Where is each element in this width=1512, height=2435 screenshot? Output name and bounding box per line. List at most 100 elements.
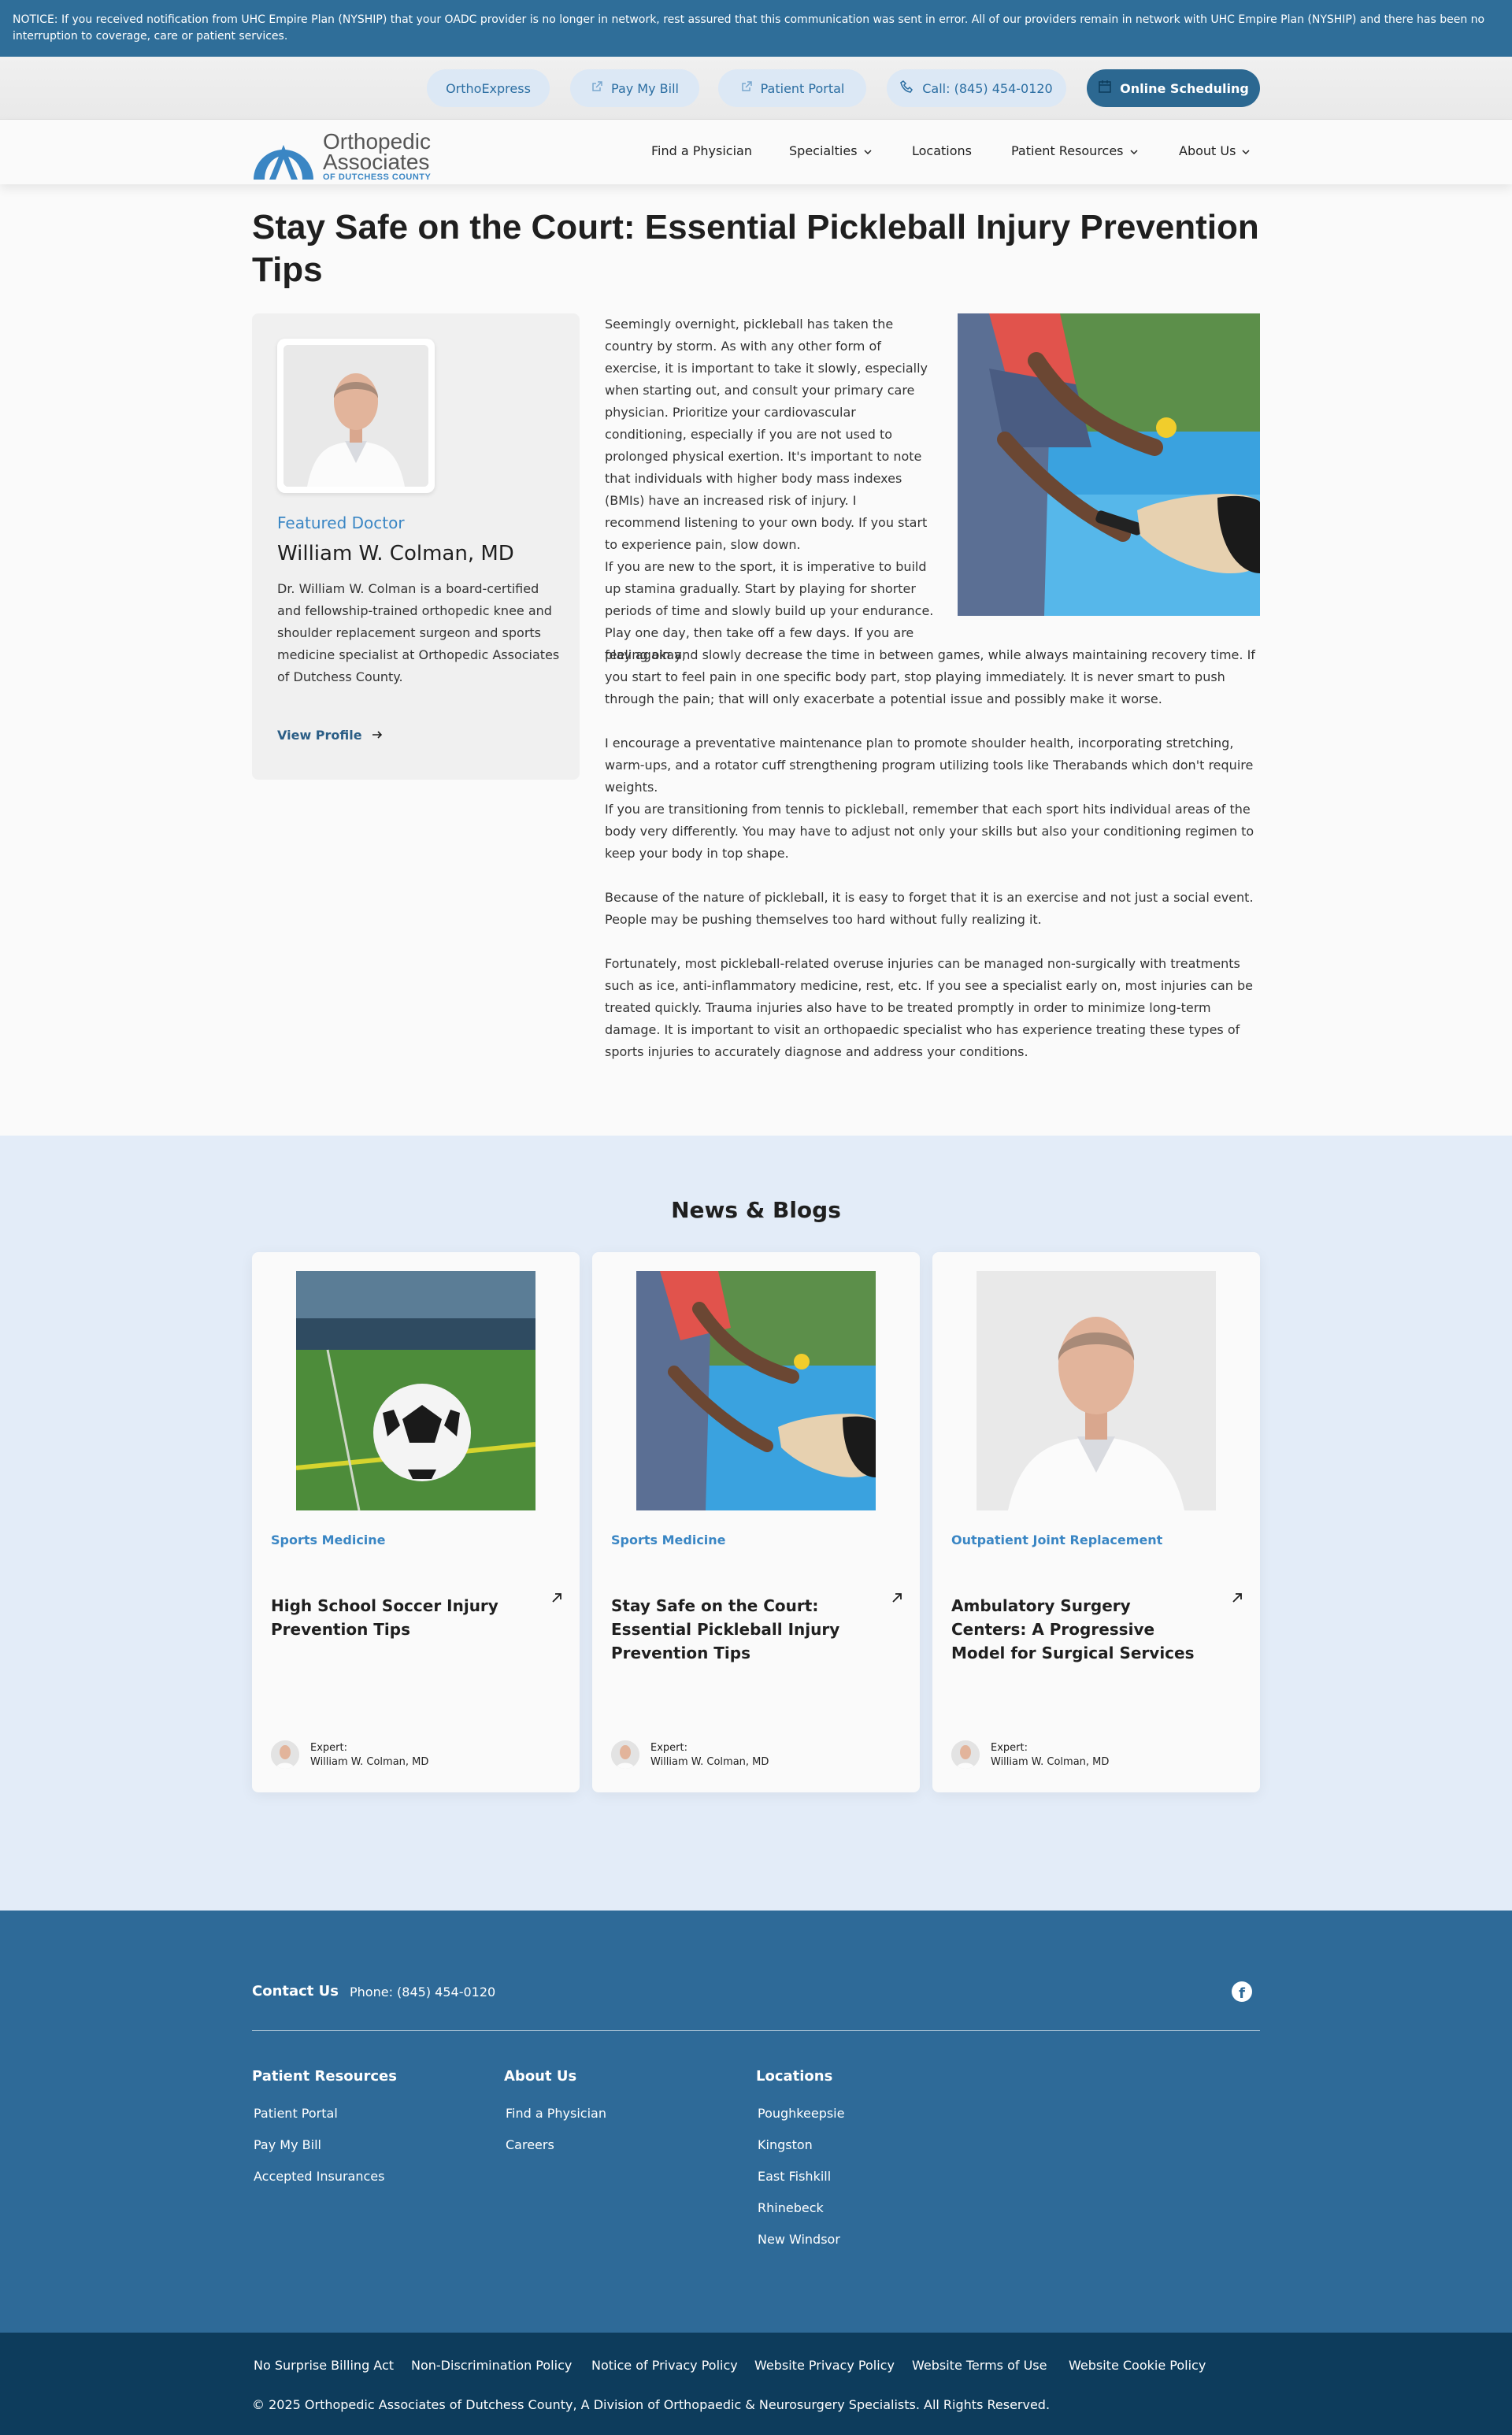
- main-navigation: Orthopedic Associates OF DUTCHESS COUNTY…: [0, 120, 1512, 184]
- expert-label: Expert:: [310, 1742, 347, 1754]
- footer-link-accepted-insurances[interactable]: Accepted Insurances: [254, 2169, 384, 2184]
- notice-banner: NOTICE: If you received notification fro…: [0, 0, 1512, 57]
- article-paragraph-2b: play again and slowly decrease the time …: [605, 647, 1255, 706]
- news-blogs-section: News & Blogs Sports Medicine High School…: [0, 1136, 1512, 1911]
- card-image: [976, 1271, 1216, 1510]
- view-profile-label: View Profile: [277, 728, 362, 743]
- legal-link-no-surprise-billing[interactable]: No Surprise Billing Act: [254, 2358, 394, 2373]
- legal-link-cookie-policy[interactable]: Website Cookie Policy: [1069, 2358, 1206, 2373]
- expert-name: William W. Colman, MD: [991, 1756, 1110, 1768]
- arrow-up-right-icon: [1232, 1591, 1243, 1607]
- news-card[interactable]: Sports Medicine Stay Safe on the Court: …: [592, 1252, 920, 1792]
- legal-link-website-privacy[interactable]: Website Privacy Policy: [754, 2358, 895, 2373]
- expert-label: Expert:: [991, 1742, 1028, 1754]
- site-footer: Contact Us Phone: (845) 454-0120 f Patie…: [0, 1911, 1512, 2333]
- chevron-down-icon: [1129, 143, 1138, 158]
- avatar: [951, 1740, 980, 1769]
- footer-link-careers[interactable]: Careers: [506, 2137, 554, 2152]
- featured-doctor-label: Featured Doctor: [277, 513, 405, 532]
- utility-bar: OrthoExpress Pay My Bill Patient Portal …: [0, 57, 1512, 120]
- footer-link-new-windsor[interactable]: New Windsor: [758, 2232, 840, 2247]
- doctor-name: William W. Colman, MD: [277, 542, 514, 565]
- pickleball-player-image: [958, 313, 1260, 616]
- card-category: Sports Medicine: [611, 1533, 726, 1547]
- avatar: [611, 1740, 639, 1769]
- external-link-icon: [740, 80, 753, 96]
- logo-line-2: Associates: [323, 150, 430, 174]
- pay-bill-button[interactable]: Pay My Bill: [570, 69, 699, 107]
- footer-about-title: About Us: [504, 2068, 577, 2085]
- legal-bar: No Surprise Billing Act Non-Discriminati…: [0, 2333, 1512, 2435]
- contact-us-label: Contact Us: [252, 1983, 339, 2000]
- nav-about-us[interactable]: About Us: [1179, 143, 1250, 158]
- legal-link-terms-of-use[interactable]: Website Terms of Use: [912, 2358, 1047, 2373]
- article-image: [958, 313, 1260, 616]
- phone-icon: [900, 80, 914, 97]
- news-section-title: News & Blogs: [671, 1197, 841, 1223]
- patient-portal-label: Patient Portal: [760, 80, 845, 96]
- arrow-up-right-icon: [551, 1591, 562, 1607]
- external-link-icon: [591, 80, 603, 96]
- arrow-right-icon: [372, 728, 383, 743]
- orthoexpress-button[interactable]: OrthoExpress: [427, 69, 550, 107]
- footer-link-east-fishkill[interactable]: East Fishkill: [758, 2169, 831, 2184]
- nav-about-us-label: About Us: [1179, 143, 1236, 158]
- chevron-down-icon: [1242, 143, 1250, 158]
- footer-link-poughkeepsie[interactable]: Poughkeepsie: [758, 2106, 844, 2121]
- legal-link-non-discrimination[interactable]: Non-Discrimination Policy: [411, 2358, 572, 2373]
- legal-link-notice-privacy[interactable]: Notice of Privacy Policy: [591, 2358, 738, 2373]
- nav-specialties-label: Specialties: [789, 143, 858, 158]
- news-card[interactable]: Outpatient Joint Replacement Ambulatory …: [932, 1252, 1260, 1792]
- doctor-photo: [277, 339, 435, 493]
- avatar: [271, 1740, 299, 1769]
- arrow-up-right-icon: [891, 1591, 902, 1607]
- nav-patient-resources-label: Patient Resources: [1011, 143, 1124, 158]
- nav-locations[interactable]: Locations: [912, 143, 972, 158]
- footer-link-find-physician[interactable]: Find a Physician: [506, 2106, 606, 2121]
- view-profile-link[interactable]: View Profile: [277, 728, 383, 743]
- footer-link-pay-my-bill[interactable]: Pay My Bill: [254, 2137, 321, 2152]
- card-category: Outpatient Joint Replacement: [951, 1533, 1163, 1547]
- copyright-text: © 2025 Orthopedic Associates of Dutchess…: [252, 2397, 1051, 2412]
- nav-specialties[interactable]: Specialties: [789, 143, 872, 158]
- nav-find-physician-label: Find a Physician: [651, 143, 752, 158]
- nav-find-physician[interactable]: Find a Physician: [651, 143, 752, 158]
- card-title: High School Soccer Injury Prevention Tip…: [271, 1596, 498, 1639]
- card-title: Ambulatory Surgery Centers: A Progressiv…: [951, 1596, 1195, 1662]
- expert-label: Expert:: [650, 1742, 687, 1754]
- facebook-icon[interactable]: f: [1232, 1981, 1252, 2002]
- logo-line-3: OF DUTCHESS COUNTY: [323, 172, 432, 182]
- footer-divider: [252, 2030, 1260, 2031]
- doctor-portrait-image: [976, 1271, 1216, 1510]
- expert-name: William W. Colman, MD: [310, 1756, 429, 1768]
- call-button[interactable]: Call: (845) 454-0120: [887, 69, 1066, 107]
- orthoexpress-label: OrthoExpress: [446, 80, 531, 96]
- footer-locations-title: Locations: [756, 2068, 833, 2085]
- article-paragraph-3: I encourage a preventative maintenance p…: [605, 736, 1254, 795]
- nav-locations-label: Locations: [912, 143, 973, 158]
- site-logo[interactable]: Orthopedic Associates OF DUTCHESS COUNTY: [252, 126, 441, 182]
- doctor-portrait-image: [284, 345, 428, 487]
- card-image: [296, 1271, 536, 1510]
- card-title: Stay Safe on the Court: Essential Pickle…: [611, 1596, 840, 1662]
- calendar-icon: [1098, 80, 1112, 97]
- online-scheduling-label: Online Scheduling: [1120, 80, 1249, 96]
- online-scheduling-button[interactable]: Online Scheduling: [1087, 69, 1260, 107]
- featured-doctor-card: Featured Doctor William W. Colman, MD Dr…: [252, 313, 580, 780]
- pay-bill-label: Pay My Bill: [611, 80, 679, 96]
- patient-portal-button[interactable]: Patient Portal: [718, 69, 866, 107]
- footer-link-rhinebeck[interactable]: Rhinebeck: [758, 2200, 824, 2215]
- article-paragraph-1: Seemingly overnight, pickleball has take…: [605, 317, 928, 552]
- doctor-bio: Dr. William W. Colman is a board-certifi…: [277, 581, 560, 684]
- news-card[interactable]: Sports Medicine High School Soccer Injur…: [252, 1252, 580, 1792]
- chevron-down-icon: [864, 143, 872, 158]
- article-paragraph-5: Because of the nature of pickleball, it …: [605, 890, 1254, 927]
- expert-name: William W. Colman, MD: [650, 1756, 769, 1768]
- card-category: Sports Medicine: [271, 1533, 386, 1547]
- footer-link-patient-portal[interactable]: Patient Portal: [254, 2106, 338, 2121]
- call-label: Call: (845) 454-0120: [922, 80, 1053, 96]
- nav-patient-resources[interactable]: Patient Resources: [1011, 143, 1138, 158]
- footer-link-kingston[interactable]: Kingston: [758, 2137, 813, 2152]
- footer-phone-link[interactable]: Phone: (845) 454-0120: [350, 1985, 495, 2000]
- article-paragraph-6: Fortunately, most pickleball-related ove…: [605, 956, 1254, 1059]
